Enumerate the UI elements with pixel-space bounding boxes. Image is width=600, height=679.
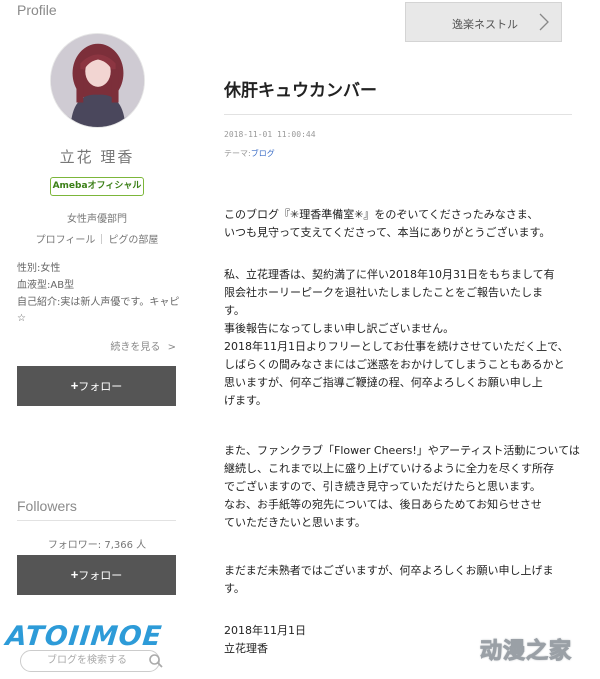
body-line: 継続し、これまで以上に盛り上げていけるように全力を尽くす所存 [224,462,554,475]
body-line: いつも見守って支えてくださって、本当にありがとうございます。 [224,226,551,239]
read-more-link[interactable]: 続きを見る > [110,338,176,353]
followers-divider [17,520,176,521]
occupation-label[interactable]: 女性声優部門 [0,210,194,225]
follow-button-secondary[interactable]: +フォロー [17,555,176,595]
body-line: す。 [224,582,245,595]
entry-title[interactable]: 休肝キュウカンバー [224,76,377,101]
profile-link[interactable]: プロフィール [36,235,96,246]
theme-label: テーマ: [224,149,251,158]
body-line: また、ファンクラブ「Flower Cheers!」やアーティスト活動については [224,444,580,457]
link-divider [101,234,103,244]
body-line: まだまだ未熟者ではございますが、何卒よろしくお願い申し上げま [224,564,554,577]
read-more-label: 続きを見る [110,342,161,353]
body-line: しばらくの間みなさまにはご迷惑をおかけしてしまうこともあるかと [224,358,565,371]
paragraph-activities: また、ファンクラブ「Flower Cheers!」やアーティスト活動については … [224,442,580,532]
blog-search-input[interactable]: ブログを検索する [20,650,160,672]
avatar-image [51,34,144,127]
follower-count: フォロワー: 7,366 人 [47,540,147,551]
body-line: なお、お手紙等の宛先については、後日あらためてお知らせさせ [224,498,542,511]
entry-date: 2018-11-01 11:00:44 [224,130,316,139]
body-line: 私、立花理香は、契約満了に伴い2018年10月31日をもちまして有 [224,268,555,281]
search-placeholder: ブログを検索する [47,655,127,666]
profile-name[interactable]: 立花 理香 [0,146,194,167]
follow-button-label: フォロー [78,381,123,393]
next-entry-button[interactable]: 逸楽ネストル [405,2,562,42]
watermark-right: 动漫之家 [479,639,573,665]
body-line: ていただきたいと思います。 [224,516,366,529]
body-line: 思いますが、何卒ご指導ご鞭撻の程、何卒よろしくお願い申し上 [224,376,543,389]
follow-button[interactable]: +フォロー [17,366,176,406]
detail-introduction: 自己紹介:実は新人声優です。キャピ☆ [17,297,180,324]
chevron-right-icon [539,13,549,31]
entry-theme: テーマ:ブログ [224,148,275,159]
body-line: でございますので、引き続き見守っていただけたらと思います。 [224,480,541,493]
official-badge[interactable]: Amebaオフィシャル [50,177,144,196]
followers-heading: Followers [17,498,77,514]
title-divider [224,114,572,115]
follow-button-label: フォロー [78,570,123,582]
body-line: 限会社ホーリーピークを退社いたしましたことをご報告いたしま [224,286,543,299]
paragraph-closing: まだまだ未熟者ではございますが、何卒よろしくお願い申し上げま す。 [224,562,574,598]
detail-blood-type: 血液型:AB型 [17,280,75,291]
theme-link[interactable]: ブログ [251,149,275,158]
profile-sidebar: Profile 立花 理香 Amebaオフィシャル 女性声優部門 プロフィールピ… [0,0,186,679]
body-line: 2018年11月1日よりフリーとしてお仕事を続けさせていただく上で、 [224,340,569,353]
profile-links: プロフィール ピグの部屋 [0,231,194,246]
detail-gender: 性別:女性 [17,263,61,274]
profile-heading: Profile [17,2,57,18]
watermark-left: ATOIIMOE [4,621,164,652]
pig-room-link[interactable]: ピグの部屋 [108,235,158,246]
chevron-right-icon: > [167,342,176,353]
next-entry-label: 逸楽ネストル [452,18,518,31]
paragraph-announcement: 私、立花理香は、契約満了に伴い2018年10月31日をもちまして有 限会社ホーリ… [224,266,574,410]
body-line: このブログ『✳︎理香準備室✳︎』をのぞいてくださったみなさま、 [224,208,539,221]
paragraph-greeting: このブログ『✳︎理香準備室✳︎』をのぞいてくださったみなさま、 いつも見守って支… [224,206,574,242]
body-line: 事後報告になってしまい申し訳ございません。 [224,322,455,335]
body-line: す。 [224,304,245,317]
avatar[interactable] [50,33,145,128]
body-line: げます。 [224,394,267,407]
search-icon[interactable] [148,653,164,669]
